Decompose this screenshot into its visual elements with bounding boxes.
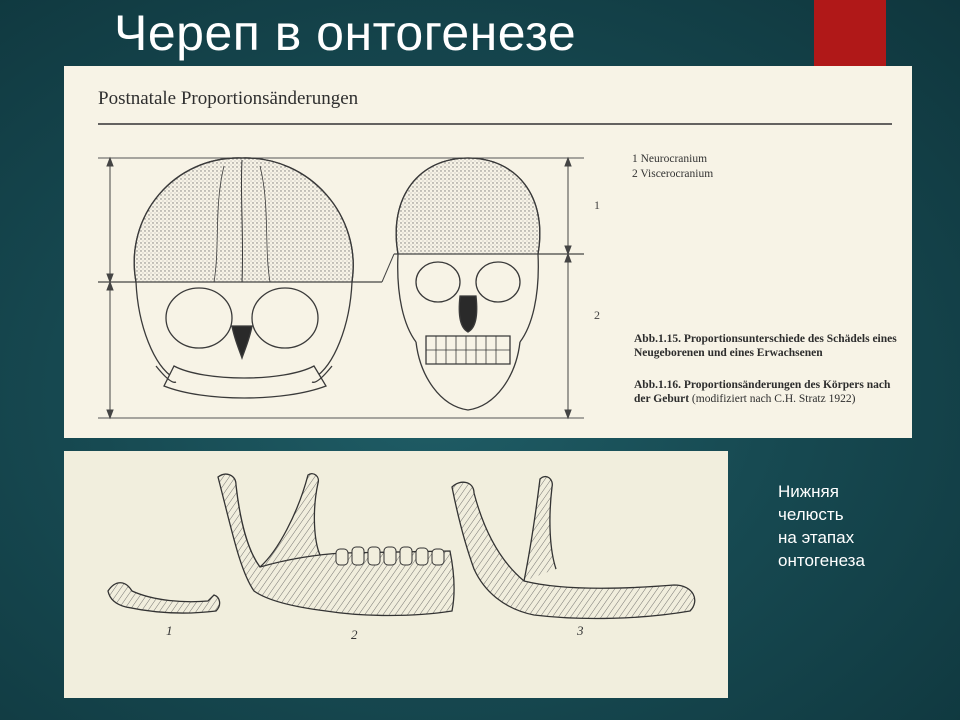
caption-2-title: Abb.1.16.	[634, 379, 681, 391]
legend-viscerocranium: 2 Viscerocranium	[632, 168, 714, 180]
accent-block	[814, 0, 886, 66]
stage-label-2: 2	[351, 627, 358, 642]
side-caption-line-2: челюсть	[778, 505, 844, 524]
mandible-stage-2	[217, 473, 455, 617]
legend-neurocranium: 1 Neurocranium	[632, 153, 708, 165]
scale-label-1: 1	[594, 198, 600, 212]
stage-label-1: 1	[166, 623, 173, 638]
figure-heading: Postnatale Proportionsänderungen	[98, 88, 359, 109]
side-caption: Нижняя челюсть на этапах онтогенеза	[778, 480, 928, 572]
mandible-stage-1	[107, 582, 221, 614]
caption-1-title: Abb.1.15.	[634, 333, 681, 345]
scale-label-2: 2	[594, 308, 600, 322]
slide-title: Череп в онтогенезе	[114, 5, 577, 61]
caption-2-source: (modifiziert nach C.H. Stratz 1922)	[691, 393, 856, 405]
mandible-stages-figure: 1 2 3	[64, 451, 728, 698]
side-caption-line-4: онтогенеза	[778, 551, 865, 570]
caption-abb-1-16: Abb.1.16. Proportionsänderungen des Körp…	[634, 378, 904, 406]
caption-abb-1-15: Abb.1.15. Proportionsunterschiede des Sc…	[634, 332, 904, 360]
stage-label-3: 3	[577, 623, 584, 638]
side-caption-line-1: Нижняя	[778, 482, 839, 501]
mandible-illustration	[107, 473, 696, 620]
adult-skull	[395, 157, 541, 411]
newborn-skull	[133, 157, 354, 399]
side-caption-line-3: на этапах	[778, 528, 855, 547]
skull-proportions-figure: Postnatale Proportionsänderungen 1 Neuro…	[64, 66, 912, 438]
mandible-stage-3	[451, 475, 696, 620]
